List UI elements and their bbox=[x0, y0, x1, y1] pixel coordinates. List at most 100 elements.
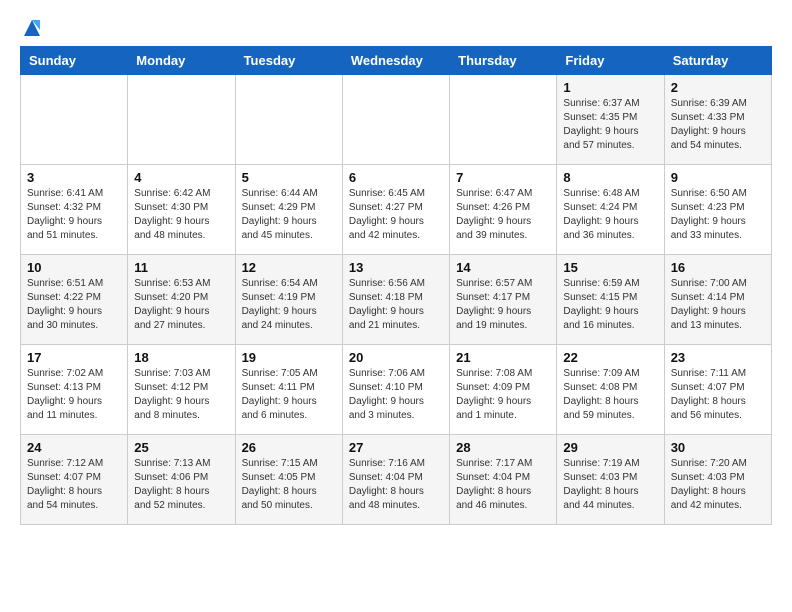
day-info: Sunrise: 7:06 AM Sunset: 4:10 PM Dayligh… bbox=[349, 367, 443, 423]
day-info: Sunrise: 6:37 AM Sunset: 4:35 PM Dayligh… bbox=[563, 97, 657, 153]
day-number: 2 bbox=[671, 80, 765, 95]
calendar-cell bbox=[21, 75, 128, 165]
calendar-cell: 11 Sunrise: 6:53 AM Sunset: 4:20 PM Dayli… bbox=[128, 255, 235, 345]
calendar-cell: 27 Sunrise: 7:16 AM Sunset: 4:04 PM Dayli… bbox=[342, 435, 449, 525]
day-info: Sunrise: 6:54 AM Sunset: 4:19 PM Dayligh… bbox=[242, 277, 336, 333]
weekday-header-sunday: Sunday bbox=[21, 47, 128, 75]
header bbox=[20, 16, 772, 38]
day-number: 15 bbox=[563, 260, 657, 275]
day-number: 13 bbox=[349, 260, 443, 275]
day-number: 3 bbox=[27, 170, 121, 185]
calendar-cell: 26 Sunrise: 7:15 AM Sunset: 4:05 PM Dayli… bbox=[235, 435, 342, 525]
day-info: Sunrise: 7:00 AM Sunset: 4:14 PM Dayligh… bbox=[671, 277, 765, 333]
day-number: 9 bbox=[671, 170, 765, 185]
day-number: 20 bbox=[349, 350, 443, 365]
day-number: 25 bbox=[134, 440, 228, 455]
calendar-cell: 10 Sunrise: 6:51 AM Sunset: 4:22 PM Dayli… bbox=[21, 255, 128, 345]
day-info: Sunrise: 6:53 AM Sunset: 4:20 PM Dayligh… bbox=[134, 277, 228, 333]
day-info: Sunrise: 7:13 AM Sunset: 4:06 PM Dayligh… bbox=[134, 457, 228, 513]
calendar-week-row: 24 Sunrise: 7:12 AM Sunset: 4:07 PM Dayli… bbox=[21, 435, 772, 525]
calendar-cell: 28Sunrise: 7:17 AM Sunset: 4:04 PM Dayli… bbox=[450, 435, 557, 525]
day-info: Sunrise: 6:50 AM Sunset: 4:23 PM Dayligh… bbox=[671, 187, 765, 243]
page: SundayMondayTuesdayWednesdayThursdayFrid… bbox=[0, 0, 792, 541]
day-info: Sunrise: 6:57 AM Sunset: 4:17 PM Dayligh… bbox=[456, 277, 550, 333]
weekday-header-monday: Monday bbox=[128, 47, 235, 75]
day-number: 26 bbox=[242, 440, 336, 455]
calendar-cell: 4Sunrise: 6:42 AM Sunset: 4:30 PM Daylig… bbox=[128, 165, 235, 255]
calendar-cell: 16 Sunrise: 7:00 AM Sunset: 4:14 PM Dayli… bbox=[664, 255, 771, 345]
calendar-cell: 21 Sunrise: 7:08 AM Sunset: 4:09 PM Dayli… bbox=[450, 345, 557, 435]
calendar-cell: 20 Sunrise: 7:06 AM Sunset: 4:10 PM Dayli… bbox=[342, 345, 449, 435]
calendar-week-row: 3 Sunrise: 6:41 AM Sunset: 4:32 PM Daylig… bbox=[21, 165, 772, 255]
calendar-cell: 8Sunrise: 6:48 AM Sunset: 4:24 PM Daylig… bbox=[557, 165, 664, 255]
day-number: 29 bbox=[563, 440, 657, 455]
day-info: Sunrise: 6:45 AM Sunset: 4:27 PM Dayligh… bbox=[349, 187, 443, 243]
calendar-cell: 29 Sunrise: 7:19 AM Sunset: 4:03 PM Dayli… bbox=[557, 435, 664, 525]
day-number: 17 bbox=[27, 350, 121, 365]
day-info: Sunrise: 7:15 AM Sunset: 4:05 PM Dayligh… bbox=[242, 457, 336, 513]
weekday-header-wednesday: Wednesday bbox=[342, 47, 449, 75]
calendar-cell bbox=[342, 75, 449, 165]
day-info: Sunrise: 7:17 AM Sunset: 4:04 PM Dayligh… bbox=[456, 457, 550, 513]
day-info: Sunrise: 6:41 AM Sunset: 4:32 PM Dayligh… bbox=[27, 187, 121, 243]
day-info: Sunrise: 7:20 AM Sunset: 4:03 PM Dayligh… bbox=[671, 457, 765, 513]
day-number: 12 bbox=[242, 260, 336, 275]
day-number: 8 bbox=[563, 170, 657, 185]
calendar-cell: 6Sunrise: 6:45 AM Sunset: 4:27 PM Daylig… bbox=[342, 165, 449, 255]
day-number: 11 bbox=[134, 260, 228, 275]
day-number: 1 bbox=[563, 80, 657, 95]
calendar-cell: 19 Sunrise: 7:05 AM Sunset: 4:11 PM Dayli… bbox=[235, 345, 342, 435]
calendar-cell: 15 Sunrise: 6:59 AM Sunset: 4:15 PM Dayli… bbox=[557, 255, 664, 345]
day-info: Sunrise: 6:47 AM Sunset: 4:26 PM Dayligh… bbox=[456, 187, 550, 243]
calendar-table: SundayMondayTuesdayWednesdayThursdayFrid… bbox=[20, 46, 772, 525]
day-number: 19 bbox=[242, 350, 336, 365]
calendar-cell: 17 Sunrise: 7:02 AM Sunset: 4:13 PM Dayli… bbox=[21, 345, 128, 435]
weekday-header-saturday: Saturday bbox=[664, 47, 771, 75]
day-number: 24 bbox=[27, 440, 121, 455]
day-number: 7 bbox=[456, 170, 550, 185]
calendar-cell: 25 Sunrise: 7:13 AM Sunset: 4:06 PM Dayli… bbox=[128, 435, 235, 525]
day-info: Sunrise: 6:51 AM Sunset: 4:22 PM Dayligh… bbox=[27, 277, 121, 333]
calendar-cell: 23 Sunrise: 7:11 AM Sunset: 4:07 PM Dayli… bbox=[664, 345, 771, 435]
calendar-header-row: SundayMondayTuesdayWednesdayThursdayFrid… bbox=[21, 47, 772, 75]
calendar-cell: 13 Sunrise: 6:56 AM Sunset: 4:18 PM Dayli… bbox=[342, 255, 449, 345]
day-number: 10 bbox=[27, 260, 121, 275]
day-number: 18 bbox=[134, 350, 228, 365]
calendar-cell bbox=[128, 75, 235, 165]
logo bbox=[20, 20, 42, 38]
calendar-cell: 2 Sunrise: 6:39 AM Sunset: 4:33 PM Daylig… bbox=[664, 75, 771, 165]
day-info: Sunrise: 7:19 AM Sunset: 4:03 PM Dayligh… bbox=[563, 457, 657, 513]
calendar-cell: 3 Sunrise: 6:41 AM Sunset: 4:32 PM Daylig… bbox=[21, 165, 128, 255]
day-info: Sunrise: 6:42 AM Sunset: 4:30 PM Dayligh… bbox=[134, 187, 228, 243]
day-info: Sunrise: 7:08 AM Sunset: 4:09 PM Dayligh… bbox=[456, 367, 550, 423]
weekday-header-tuesday: Tuesday bbox=[235, 47, 342, 75]
day-info: Sunrise: 7:02 AM Sunset: 4:13 PM Dayligh… bbox=[27, 367, 121, 423]
calendar-cell: 12 Sunrise: 6:54 AM Sunset: 4:19 PM Dayli… bbox=[235, 255, 342, 345]
day-info: Sunrise: 7:16 AM Sunset: 4:04 PM Dayligh… bbox=[349, 457, 443, 513]
calendar-cell bbox=[235, 75, 342, 165]
calendar-cell: 18 Sunrise: 7:03 AM Sunset: 4:12 PM Dayli… bbox=[128, 345, 235, 435]
day-number: 30 bbox=[671, 440, 765, 455]
calendar-cell: 22Sunrise: 7:09 AM Sunset: 4:08 PM Dayli… bbox=[557, 345, 664, 435]
day-number: 5 bbox=[242, 170, 336, 185]
day-number: 16 bbox=[671, 260, 765, 275]
day-number: 23 bbox=[671, 350, 765, 365]
day-info: Sunrise: 7:12 AM Sunset: 4:07 PM Dayligh… bbox=[27, 457, 121, 513]
calendar-week-row: 17 Sunrise: 7:02 AM Sunset: 4:13 PM Dayli… bbox=[21, 345, 772, 435]
calendar-cell: 7 Sunrise: 6:47 AM Sunset: 4:26 PM Daylig… bbox=[450, 165, 557, 255]
weekday-header-thursday: Thursday bbox=[450, 47, 557, 75]
day-number: 27 bbox=[349, 440, 443, 455]
day-number: 21 bbox=[456, 350, 550, 365]
day-info: Sunrise: 7:11 AM Sunset: 4:07 PM Dayligh… bbox=[671, 367, 765, 423]
calendar-cell: 5 Sunrise: 6:44 AM Sunset: 4:29 PM Daylig… bbox=[235, 165, 342, 255]
day-info: Sunrise: 7:05 AM Sunset: 4:11 PM Dayligh… bbox=[242, 367, 336, 423]
day-info: Sunrise: 6:39 AM Sunset: 4:33 PM Dayligh… bbox=[671, 97, 765, 153]
day-info: Sunrise: 6:56 AM Sunset: 4:18 PM Dayligh… bbox=[349, 277, 443, 333]
logo-icon bbox=[22, 18, 42, 38]
day-number: 14 bbox=[456, 260, 550, 275]
day-number: 22 bbox=[563, 350, 657, 365]
day-info: Sunrise: 6:44 AM Sunset: 4:29 PM Dayligh… bbox=[242, 187, 336, 243]
day-info: Sunrise: 6:59 AM Sunset: 4:15 PM Dayligh… bbox=[563, 277, 657, 333]
weekday-header-friday: Friday bbox=[557, 47, 664, 75]
day-info: Sunrise: 7:03 AM Sunset: 4:12 PM Dayligh… bbox=[134, 367, 228, 423]
